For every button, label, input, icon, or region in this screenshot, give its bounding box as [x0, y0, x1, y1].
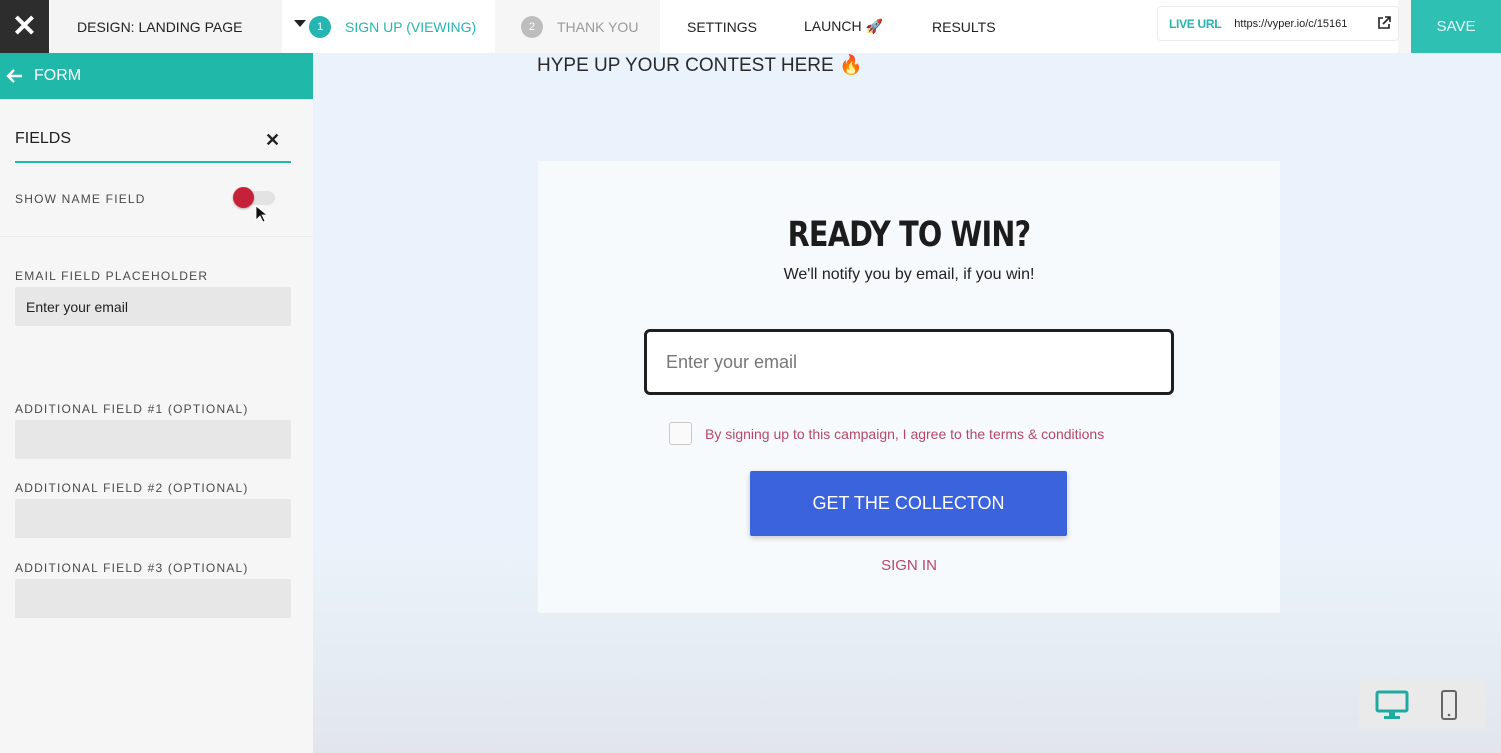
mouse-pointer-icon [255, 205, 267, 223]
additional-field-2-label: ADDITIONAL FIELD #2 (OPTIONAL) [15, 481, 249, 495]
back-arrow-icon[interactable] [5, 68, 25, 84]
email-placeholder-input[interactable]: Enter your email [15, 287, 291, 326]
email-placeholder-label: EMAIL FIELD PLACEHOLDER [15, 269, 209, 283]
step-number: 2 [521, 15, 543, 38]
divider [0, 236, 313, 237]
tab-thank-you[interactable]: 2 THANK YOU [521, 0, 638, 53]
additional-field-3-input[interactable] [15, 579, 291, 618]
close-icon: ✕ [11, 9, 38, 43]
live-url-text[interactable]: https://vyper.io/c/15161 [1234, 18, 1369, 30]
card-title: READY TO WIN? [787, 215, 1032, 255]
tab-thank-you-label: THANK YOU [557, 18, 639, 35]
fields-underline [15, 161, 291, 163]
form-header[interactable]: FORM [0, 53, 313, 99]
fields-title: FIELDS [15, 130, 72, 147]
tab-sign-up-label: SIGN UP (VIEWING) [345, 18, 477, 35]
close-button[interactable]: ✕ [0, 0, 49, 53]
caret-down-icon [294, 20, 306, 27]
sign-in-link[interactable]: SIGN IN [538, 557, 1280, 574]
signup-card: READY TO WIN? We'll notify you by email,… [538, 161, 1280, 613]
show-name-toggle[interactable] [231, 186, 275, 208]
device-switcher [1359, 680, 1485, 728]
step-number: 1 [309, 15, 331, 38]
additional-field-3-label: ADDITIONAL FIELD #3 (OPTIONAL) [15, 561, 249, 575]
desktop-icon[interactable] [1374, 690, 1410, 720]
form-header-label: FORM [34, 67, 82, 84]
nav-launch[interactable]: LAUNCH 🚀 [804, 0, 883, 53]
nav-results[interactable]: RESULTS [932, 0, 996, 53]
nav-settings[interactable]: SETTINGS [687, 0, 757, 53]
topbar-spacer [1398, 0, 1411, 53]
additional-field-2-input[interactable] [15, 499, 291, 538]
additional-field-1-input[interactable] [15, 420, 291, 459]
close-icon[interactable]: ✕ [265, 131, 280, 149]
toggle-knob [233, 187, 254, 208]
save-button[interactable]: SAVE [1411, 0, 1501, 53]
tab-sign-up[interactable]: 1 SIGN UP (VIEWING) [309, 0, 476, 53]
preview-canvas: HYPE UP YOUR CONTEST HERE 🔥 READY TO WIN… [313, 53, 1501, 753]
sidebar: FORM FIELDS ✕ SHOW NAME FIELD EMAIL FIEL… [0, 53, 313, 753]
mobile-icon[interactable] [1431, 690, 1467, 720]
email-input[interactable]: Enter your email [644, 329, 1174, 395]
show-name-label: SHOW NAME FIELD [15, 192, 146, 206]
terms-checkbox[interactable] [669, 422, 692, 445]
hype-heading: HYPE UP YOUR CONTEST HERE 🔥 [537, 55, 863, 76]
terms-text[interactable]: By signing up to this campaign, I agree … [705, 426, 1104, 442]
top-bar: ✕ DESIGN: LANDING PAGE 1 SIGN UP (VIEWIN… [0, 0, 1501, 53]
design-dropdown[interactable]: DESIGN: LANDING PAGE [50, 0, 306, 53]
design-dropdown-label: DESIGN: LANDING PAGE [77, 18, 243, 35]
get-collection-button[interactable]: GET THE COLLECTON [750, 471, 1067, 536]
card-subtitle: We'll notify you by email, if you win! [783, 266, 1035, 283]
live-url-box[interactable]: LIVE URL https://vyper.io/c/15161 [1158, 7, 1398, 40]
live-url-label: LIVE URL [1169, 16, 1222, 31]
external-link-icon[interactable] [1377, 16, 1391, 30]
additional-field-1-label: ADDITIONAL FIELD #1 (OPTIONAL) [15, 402, 249, 416]
